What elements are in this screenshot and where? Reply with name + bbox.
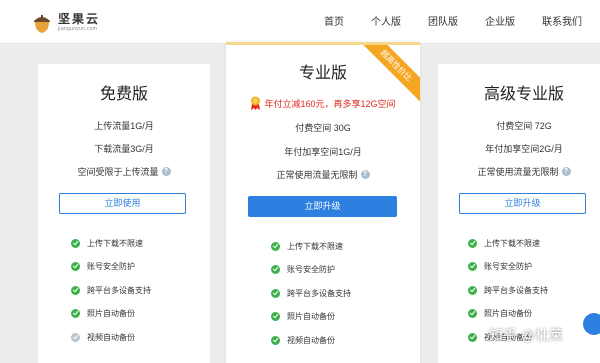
plan-quota-line: 下载流量3G/月 <box>94 144 154 154</box>
upgrade-now-button[interactable]: 立即升级 <box>459 193 586 214</box>
logo[interactable]: 坚果云 jianguoyun.com <box>30 10 100 36</box>
plan-quota-line: 付费空间 72G <box>496 121 552 131</box>
check-icon <box>468 286 477 295</box>
plan-title: 高级专业版 <box>483 86 564 103</box>
feature-item: 账号安全防护 <box>271 264 335 275</box>
check-icon <box>468 333 477 342</box>
plan-quota-line: 上传流量1G/月 <box>94 121 154 131</box>
feature-item: 跨平台多设备支持 <box>271 288 351 299</box>
help-icon[interactable]: ? <box>161 167 171 176</box>
plan-title: 专业版 <box>298 65 347 82</box>
use-now-button[interactable]: 立即使用 <box>59 193 186 214</box>
plan-quota-line: 年付加享空间1G/月 <box>284 147 362 157</box>
check-icon <box>271 336 280 345</box>
check-icon <box>71 309 80 318</box>
logo-domain: jianguoyun.com <box>58 26 98 32</box>
check-icon <box>71 239 80 248</box>
help-icon[interactable]: ? <box>561 167 571 176</box>
plan-quota-line: 正常使用流量无限制? <box>226 168 420 181</box>
feature-item: 跨平台多设备支持 <box>468 285 548 296</box>
check-icon <box>468 239 477 248</box>
check-icon <box>271 265 280 274</box>
promo-line: 年付立减160元，再多享12G空间 <box>226 96 420 110</box>
plan-title: 免费版 <box>99 86 148 103</box>
feature-item: 上传下载不限速 <box>468 238 540 249</box>
nav-team[interactable]: 团队版 <box>428 16 458 30</box>
plan-card-free: 免费版 上传流量1G/月 下载流量3G/月 空间受限于上传流量? 立即使用 上传… <box>38 64 210 363</box>
plan-quota-line: 年付加享空间2G/月 <box>485 144 563 154</box>
check-icon <box>271 289 280 298</box>
top-nav-bar: 坚果云 jianguoyun.com 首页 个人版 团队版 企业版 联系我们 <box>0 0 600 44</box>
check-icon <box>271 242 280 251</box>
feature-item: 照片自动备份 <box>468 308 532 319</box>
check-icon <box>468 309 477 318</box>
award-medal-icon <box>251 96 261 110</box>
feature-item: 视频自动备份 <box>271 335 335 346</box>
plan-card-pro: 超高性价比 专业版 年付立减160元，再多享12G空间 付费空间 30G 年付加… <box>226 42 420 363</box>
feature-item: 账号安全防护 <box>468 261 532 272</box>
plan-quota-line: 正常使用流量无限制? <box>438 165 600 178</box>
feature-item: 上传下载不限速 <box>271 241 343 252</box>
nav-contact[interactable]: 联系我们 <box>542 16 582 30</box>
check-icon-disabled <box>71 333 80 342</box>
feature-item: 照片自动备份 <box>271 311 335 322</box>
check-icon <box>71 286 80 295</box>
feature-item: 视频自动备份 <box>71 332 135 343</box>
feature-item: 账号安全防护 <box>71 261 135 272</box>
nut-logo-icon <box>34 15 50 33</box>
logo-text: 坚果云 <box>58 12 101 26</box>
nav-personal[interactable]: 个人版 <box>371 16 401 30</box>
check-icon <box>71 262 80 271</box>
check-icon <box>271 312 280 321</box>
feature-item: 上传下载不限速 <box>71 238 143 249</box>
plan-card-advanced: 高级专业版 付费空间 72G 年付加享空间2G/月 正常使用流量无限制? 立即升… <box>438 64 600 363</box>
check-icon <box>468 262 477 271</box>
plan-quota-line: 空间受限于上传流量? <box>38 165 210 178</box>
feature-item: 照片自动备份 <box>71 308 135 319</box>
upgrade-now-button[interactable]: 立即升级 <box>248 196 397 217</box>
nav-home[interactable]: 首页 <box>324 16 344 30</box>
watermark: 知乎 @杜莱 <box>489 327 564 343</box>
floating-help-button[interactable] <box>583 313 600 335</box>
plan-quota-line: 付费空间 30G <box>295 123 351 133</box>
nav-enterprise[interactable]: 企业版 <box>485 16 515 30</box>
main-nav: 首页 个人版 团队版 企业版 联系我们 <box>297 16 582 30</box>
feature-item: 跨平台多设备支持 <box>71 285 151 296</box>
help-icon[interactable]: ? <box>360 170 370 179</box>
